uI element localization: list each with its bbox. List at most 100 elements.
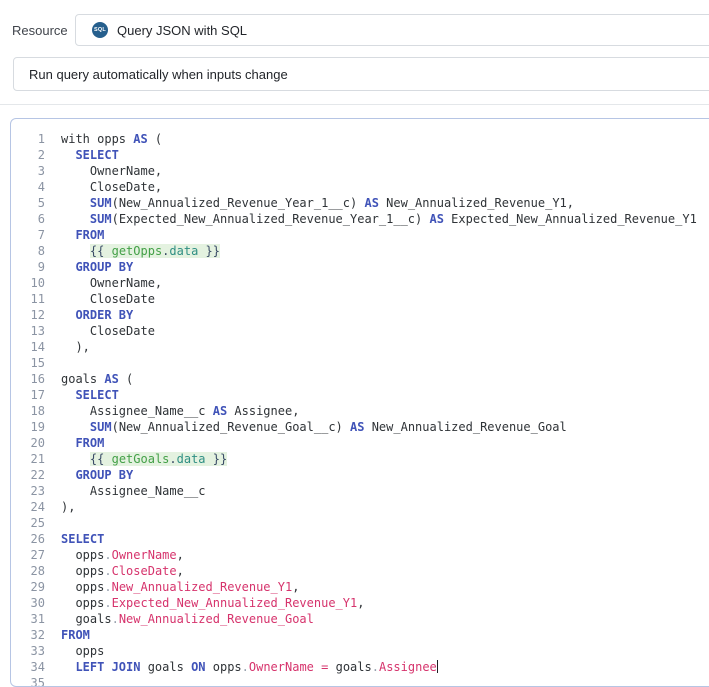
code-line[interactable]: 13 CloseDate	[11, 323, 709, 339]
code-line[interactable]: 17 SELECT	[11, 387, 709, 403]
code-text: Assignee_Name__c	[61, 483, 206, 499]
run-behavior-selected-value: Run query automatically when inputs chan…	[29, 67, 288, 82]
code-line[interactable]: 19 SUM(New_Annualized_Revenue_Goal__c) A…	[11, 419, 709, 435]
line-number: 29	[11, 579, 45, 595]
code-text: opps.CloseDate,	[61, 563, 184, 579]
line-number: 23	[11, 483, 45, 499]
code-line[interactable]: 1 with opps AS (	[11, 131, 709, 147]
code-line[interactable]: 3 OwnerName,	[11, 163, 709, 179]
code-line[interactable]: 30 opps.Expected_New_Annualized_Revenue_…	[11, 595, 709, 611]
line-number: 8	[11, 243, 45, 259]
code-line[interactable]: 25	[11, 515, 709, 531]
run-behavior-select[interactable]: Run query automatically when inputs chan…	[13, 57, 709, 91]
code-text: GROUP BY	[61, 467, 133, 483]
code-line[interactable]: 20 FROM	[11, 435, 709, 451]
code-line[interactable]: 10 OwnerName,	[11, 275, 709, 291]
code-text: GROUP BY	[61, 259, 133, 275]
resource-select[interactable]: SQL Query JSON with SQL	[75, 14, 709, 46]
code-text: SELECT	[61, 387, 119, 403]
code-line[interactable]: 14 ),	[11, 339, 709, 355]
code-line[interactable]: 5 SUM(New_Annualized_Revenue_Year_1__c) …	[11, 195, 709, 211]
code-text: {{ getGoals.data }}	[61, 451, 227, 467]
line-number: 6	[11, 211, 45, 227]
code-text: ORDER BY	[61, 307, 133, 323]
code-text: LEFT JOIN goals ON opps.OwnerName = goal…	[61, 659, 438, 675]
line-number: 26	[11, 531, 45, 547]
line-number: 21	[11, 451, 45, 467]
line-number: 11	[11, 291, 45, 307]
line-number: 33	[11, 643, 45, 659]
code-text: OwnerName,	[61, 163, 162, 179]
line-number: 10	[11, 275, 45, 291]
code-line[interactable]: 8 {{ getOpps.data }}	[11, 243, 709, 259]
line-number: 22	[11, 467, 45, 483]
code-line[interactable]: 27 opps.OwnerName,	[11, 547, 709, 563]
code-text: CloseDate	[61, 323, 155, 339]
code-line[interactable]: 18 Assignee_Name__c AS Assignee,	[11, 403, 709, 419]
code-line[interactable]: 11 CloseDate	[11, 291, 709, 307]
code-text: with opps AS (	[61, 131, 162, 147]
line-number: 1	[11, 131, 45, 147]
code-text: opps.OwnerName,	[61, 547, 184, 563]
code-line[interactable]: 28 opps.CloseDate,	[11, 563, 709, 579]
text-cursor	[437, 660, 439, 673]
line-number: 32	[11, 627, 45, 643]
code-line[interactable]: 7 FROM	[11, 227, 709, 243]
line-number: 30	[11, 595, 45, 611]
code-line[interactable]: 4 CloseDate,	[11, 179, 709, 195]
line-number: 14	[11, 339, 45, 355]
code-editor-lines: 1with opps AS (2 SELECT3 OwnerName,4 Clo…	[11, 131, 709, 687]
code-text: SUM(Expected_New_Annualized_Revenue_Year…	[61, 211, 697, 227]
line-number: 34	[11, 659, 45, 675]
code-line[interactable]: 9 GROUP BY	[11, 259, 709, 275]
code-line[interactable]: 24),	[11, 499, 709, 515]
code-text: goals.New_Annualized_Revenue_Goal	[61, 611, 314, 627]
code-text: OwnerName,	[61, 275, 162, 291]
code-line[interactable]: 26 SELECT	[11, 531, 709, 547]
code-line[interactable]: 15	[11, 355, 709, 371]
line-number: 28	[11, 563, 45, 579]
section-divider	[0, 104, 709, 105]
line-number: 12	[11, 307, 45, 323]
line-number: 9	[11, 259, 45, 275]
code-line[interactable]: 22 GROUP BY	[11, 467, 709, 483]
code-text: FROM	[61, 227, 104, 243]
code-text: {{ getOpps.data }}	[61, 243, 220, 259]
resource-selected-value: Query JSON with SQL	[117, 23, 247, 38]
code-line[interactable]: 31 goals.New_Annualized_Revenue_Goal	[11, 611, 709, 627]
code-line[interactable]: 2 SELECT	[11, 147, 709, 163]
code-line[interactable]: 6 SUM(Expected_New_Annualized_Revenue_Ye…	[11, 211, 709, 227]
code-line[interactable]: 33 opps	[11, 643, 709, 659]
code-line[interactable]: 23 Assignee_Name__c	[11, 483, 709, 499]
code-line[interactable]: 21 {{ getGoals.data }}	[11, 451, 709, 467]
line-number: 7	[11, 227, 45, 243]
line-number: 24	[11, 499, 45, 515]
line-number: 17	[11, 387, 45, 403]
line-number: 25	[11, 515, 45, 531]
sql-code-editor[interactable]: 1with opps AS (2 SELECT3 OwnerName,4 Clo…	[10, 118, 709, 687]
code-line[interactable]: 16 goals AS (	[11, 371, 709, 387]
code-text: SUM(New_Annualized_Revenue_Year_1__c) AS…	[61, 195, 574, 211]
code-text: ),	[61, 499, 75, 515]
line-number: 13	[11, 323, 45, 339]
code-text: Assignee_Name__c AS Assignee,	[61, 403, 299, 419]
code-text: FROM	[61, 627, 90, 643]
code-text: FROM	[61, 435, 104, 451]
code-line[interactable]: 35	[11, 675, 709, 687]
line-number: 20	[11, 435, 45, 451]
line-number: 31	[11, 611, 45, 627]
code-text: opps.New_Annualized_Revenue_Y1,	[61, 579, 299, 595]
line-number: 15	[11, 355, 45, 371]
line-number: 4	[11, 179, 45, 195]
line-number: 19	[11, 419, 45, 435]
line-number: 2	[11, 147, 45, 163]
code-line[interactable]: 32 FROM	[11, 627, 709, 643]
line-number: 27	[11, 547, 45, 563]
resource-label: Resource	[12, 23, 68, 38]
code-text: SELECT	[61, 531, 104, 547]
code-line[interactable]: 12 ORDER BY	[11, 307, 709, 323]
line-number: 16	[11, 371, 45, 387]
code-text: goals AS (	[61, 371, 133, 387]
code-line[interactable]: 34 LEFT JOIN goals ON opps.OwnerName = g…	[11, 659, 709, 675]
code-line[interactable]: 29 opps.New_Annualized_Revenue_Y1,	[11, 579, 709, 595]
